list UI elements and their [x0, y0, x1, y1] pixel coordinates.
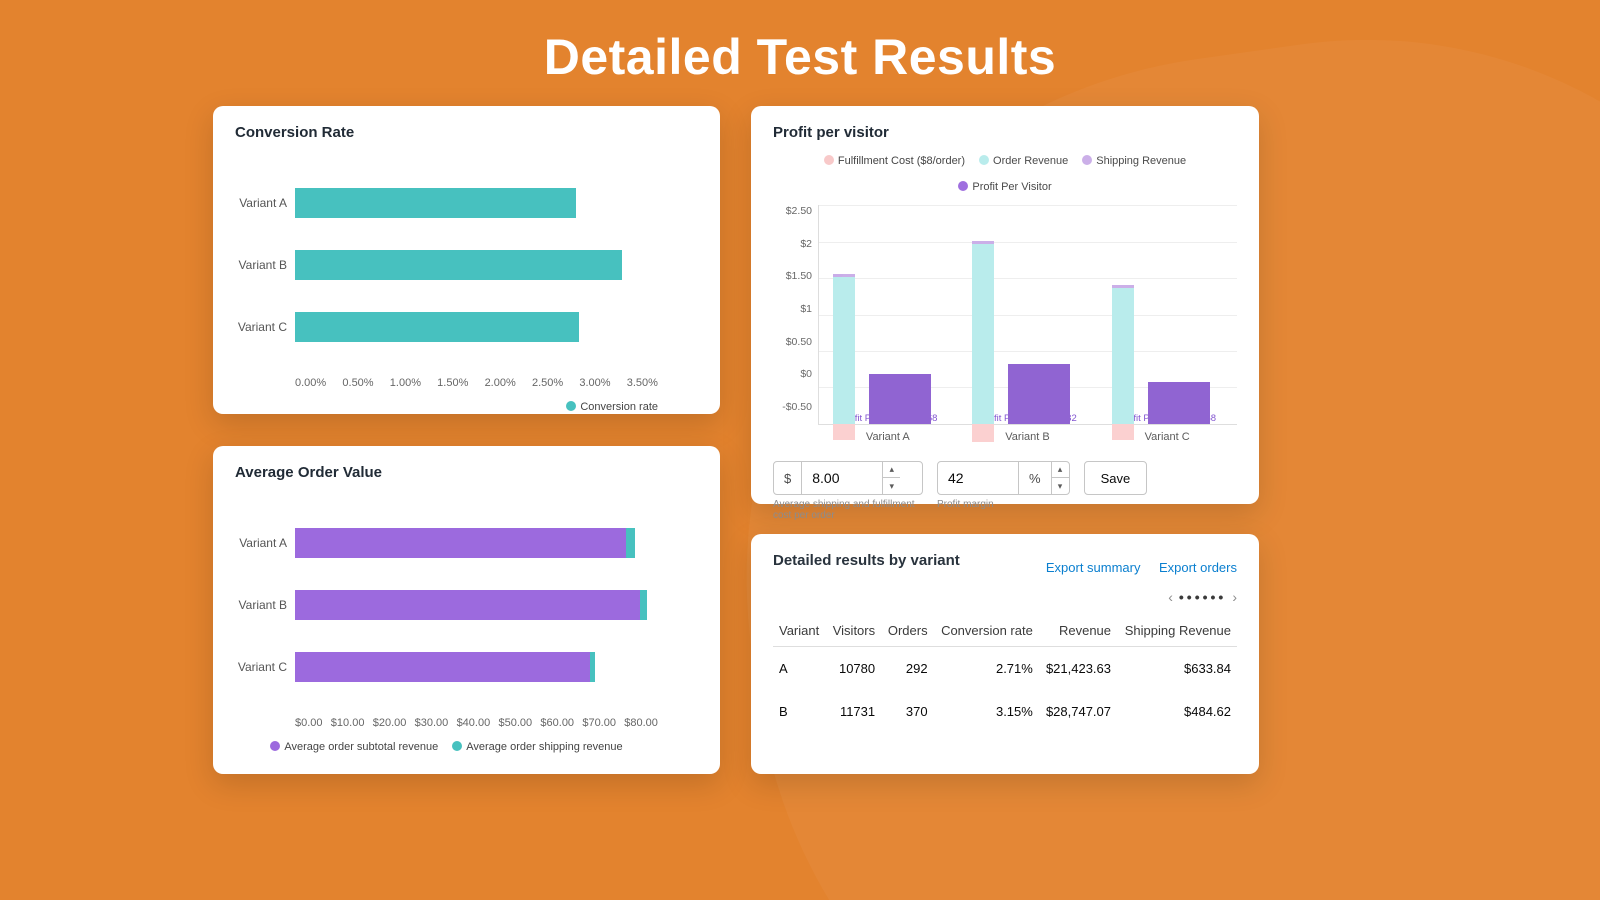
currency-prefix: $ [774, 462, 802, 494]
legend: Average order subtotal revenue Average o… [235, 741, 658, 753]
x-axis: Variant A Variant B Variant C [818, 425, 1237, 443]
col-header: Conversion rate [934, 615, 1039, 647]
bar [295, 188, 576, 218]
col-header: Visitors [826, 615, 881, 647]
percent-suffix: % [1018, 462, 1051, 494]
margin-input[interactable]: % ▴▾ [937, 461, 1070, 495]
chevron-left-icon[interactable]: ‹ [1168, 589, 1173, 605]
chevron-up-icon[interactable]: ▴ [1051, 461, 1069, 478]
bar-chart-aov: Variant A Variant B Variant C [235, 495, 698, 753]
table-row: B 11731 370 3.15% $28,747.07 $484.62 [773, 690, 1237, 733]
x-axis: $0.00$10.00$20.00$30.00$40.00$50.00$60.0… [295, 713, 658, 729]
col-header: Revenue [1039, 615, 1117, 647]
col-header: Orders [881, 615, 933, 647]
chevron-right-icon[interactable]: › [1232, 589, 1237, 605]
save-button[interactable]: Save [1084, 461, 1148, 495]
card-aov: Average Order Value Variant A Variant B … [213, 446, 720, 774]
legend-swatch-icon [270, 741, 280, 751]
card-title: Average Order Value [235, 464, 698, 481]
bar-chart-conversion: Variant A Variant B Variant C 0.00%0.50%… [235, 155, 698, 413]
pager-dots: •••••• [1179, 589, 1226, 605]
input-caption: Profit margin [937, 499, 1070, 510]
bar-label: Variant C [235, 660, 295, 674]
card-conversion-rate: Conversion Rate Variant A Variant B Vari… [213, 106, 720, 414]
legend-swatch-icon [824, 155, 834, 165]
margin-field[interactable] [938, 470, 1018, 486]
pager: ‹ •••••• › [773, 589, 1237, 605]
bar [833, 424, 855, 440]
bar [295, 652, 590, 682]
bar [295, 528, 626, 558]
input-caption: Average shipping and fulfillment cost pe… [773, 499, 923, 521]
legend-swatch-icon [958, 181, 968, 191]
bar [1148, 382, 1210, 425]
card-title: Conversion Rate [235, 124, 698, 141]
bar [295, 250, 622, 280]
bar [1112, 424, 1134, 440]
x-axis: 0.00%0.50%1.00%1.50%2.00%2.50%3.00%3.50% [295, 373, 658, 389]
chevron-down-icon[interactable]: ▾ [1051, 478, 1069, 495]
profit-inputs-row: $ ▴▾ Average shipping and fulfillment co… [773, 461, 1237, 521]
stepper[interactable]: ▴▾ [1051, 461, 1069, 495]
results-table: Variant Visitors Orders Conversion rate … [773, 615, 1237, 733]
bar-label: Variant A [235, 196, 295, 210]
legend: Conversion rate [235, 401, 658, 413]
chevron-down-icon[interactable]: ▾ [882, 478, 900, 495]
bar-label: Variant B [235, 598, 295, 612]
table-row: A 10780 292 2.71% $21,423.63 $633.84 [773, 647, 1237, 691]
export-orders-link[interactable]: Export orders [1159, 560, 1237, 575]
grouped-bar-chart: $2.50$2$1.50$1$0.50$0-$0.50 Profit Per V… [773, 205, 1237, 425]
bar [295, 312, 579, 342]
bar [640, 590, 647, 620]
chevron-up-icon[interactable]: ▴ [882, 461, 900, 478]
bar [1008, 364, 1070, 424]
bar-label: Variant A [235, 536, 295, 550]
card-profit-per-visitor: Profit per visitor Fulfillment Cost ($8/… [751, 106, 1259, 504]
card-results-table: Detailed results by variant Export summa… [751, 534, 1259, 774]
legend-swatch-icon [1082, 155, 1092, 165]
legend-swatch-icon [452, 741, 462, 751]
stepper[interactable]: ▴▾ [882, 461, 900, 495]
card-title: Profit per visitor [773, 124, 1237, 141]
legend: Fulfillment Cost ($8/order) Order Revenu… [773, 155, 1237, 193]
bar-label: Variant C [235, 320, 295, 334]
bar [626, 528, 635, 558]
col-header: Shipping Revenue [1117, 615, 1237, 647]
legend-swatch-icon [566, 401, 576, 411]
card-title: Detailed results by variant [773, 552, 960, 569]
export-links: Export summary Export orders [1032, 559, 1237, 577]
bar [972, 424, 994, 442]
export-summary-link[interactable]: Export summary [1046, 560, 1141, 575]
bar [590, 652, 595, 682]
col-header: Variant [773, 615, 826, 647]
cost-input[interactable]: $ ▴▾ [773, 461, 923, 495]
legend-swatch-icon [979, 155, 989, 165]
y-axis: $2.50$2$1.50$1$0.50$0-$0.50 [773, 205, 818, 425]
bar [295, 590, 640, 620]
bar-label: Variant B [235, 258, 295, 272]
bar [869, 374, 931, 424]
cost-field[interactable] [802, 470, 882, 486]
page-title: Detailed Test Results [0, 0, 1600, 110]
